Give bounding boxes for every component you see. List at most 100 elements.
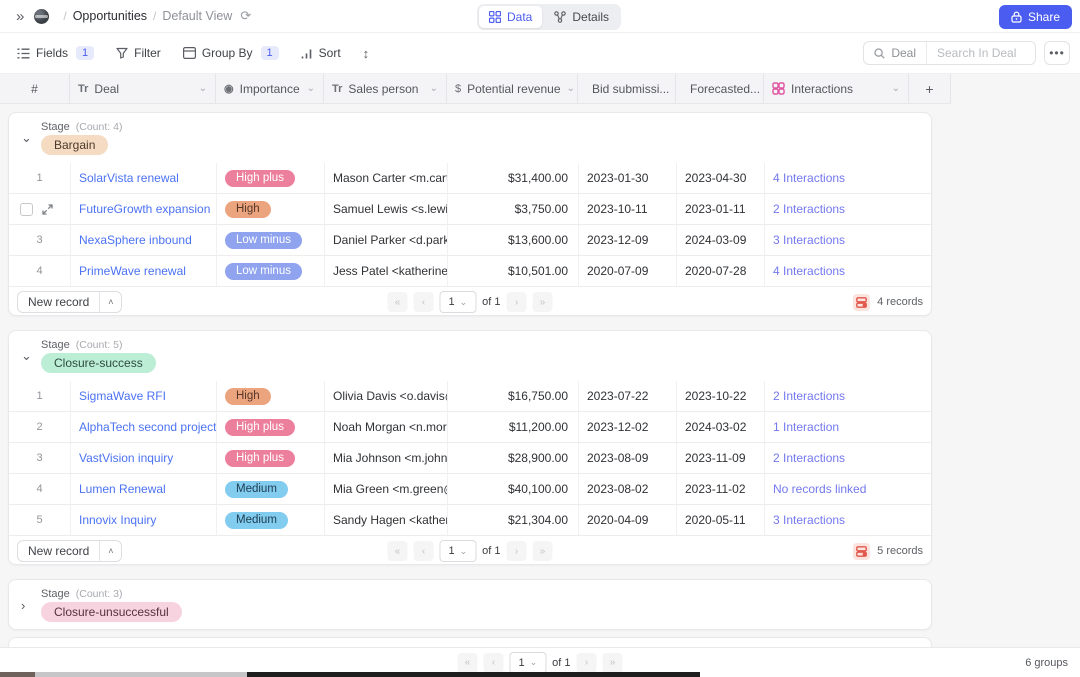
sales-person-cell[interactable]: Samuel Lewis <s.lewis… <box>325 194 448 224</box>
forecast-date-cell[interactable]: 2024-03-02 <box>677 412 765 442</box>
sales-person-cell[interactable]: Jess Patel <katherine… <box>325 256 448 286</box>
importance-cell[interactable]: Low minus <box>217 256 325 286</box>
sort-button[interactable]: Sort <box>294 41 348 65</box>
col-row-number[interactable]: # <box>0 74 70 103</box>
interactions-cell[interactable]: 2 Interactions <box>765 381 931 411</box>
bid-date-cell[interactable]: 2023-08-02 <box>579 474 677 504</box>
row-number-cell[interactable]: 2 <box>9 412 71 442</box>
filter-button[interactable]: Filter <box>109 41 168 65</box>
interactions-cell[interactable]: 2 Interactions <box>765 194 931 224</box>
interactions-cell[interactable]: 4 Interactions <box>765 256 931 286</box>
chevron-down-icon[interactable]: ⌄ <box>567 83 575 94</box>
page-select[interactable]: 1 ⌄ <box>439 540 476 562</box>
chevron-down-icon[interactable]: ⌄ <box>307 83 315 94</box>
fields-button[interactable]: Fields 1 <box>10 41 101 65</box>
col-importance[interactable]: ◉ Importance ⌄ <box>216 74 324 103</box>
page-select[interactable]: 1 ⌄ <box>439 291 476 313</box>
group-value-badge[interactable]: Bargain <box>41 135 108 155</box>
tab-data[interactable]: Data <box>479 6 542 28</box>
importance-cell[interactable]: Medium <box>217 505 325 535</box>
deal-cell[interactable]: SolarVista renewal <box>71 163 217 193</box>
first-page-button[interactable]: « <box>387 292 407 312</box>
scrollbar-segment[interactable] <box>0 672 35 677</box>
importance-cell[interactable]: Medium <box>217 474 325 504</box>
interactions-cell[interactable]: No records linked <box>765 474 931 504</box>
importance-cell[interactable]: High <box>217 381 325 411</box>
prev-page-button[interactable]: ‹ <box>413 541 433 561</box>
interactions-cell[interactable]: 4 Interactions <box>765 163 931 193</box>
col-potential-revenue[interactable]: $ Potential revenue ⌄ <box>447 74 578 103</box>
interactions-cell[interactable]: 3 Interactions <box>765 225 931 255</box>
expand-group-icon[interactable]: › <box>21 598 41 613</box>
revenue-cell[interactable]: $21,304.00 <box>448 505 579 535</box>
sales-person-cell[interactable]: Daniel Parker <d.parke… <box>325 225 448 255</box>
deal-cell[interactable]: PrimeWave renewal <box>71 256 217 286</box>
deal-cell[interactable]: Innovix Inquiry <box>71 505 217 535</box>
group-value-badge[interactable]: Closure-unsuccessful <box>41 602 182 622</box>
chevron-down-icon[interactable]: ⌄ <box>430 83 438 94</box>
revenue-cell[interactable]: $10,501.00 <box>448 256 579 286</box>
interactions-cell[interactable]: 1 Interaction <box>765 412 931 442</box>
bid-date-cell[interactable]: 2023-08-09 <box>579 443 677 473</box>
revenue-cell[interactable]: $31,400.00 <box>448 163 579 193</box>
forecast-date-cell[interactable]: 2023-11-02 <box>677 474 765 504</box>
sales-person-cell[interactable]: Mia Green <m.green@… <box>325 474 448 504</box>
deal-cell[interactable]: AlphaTech second project <box>71 412 217 442</box>
row-number-cell[interactable]: 4 <box>9 256 71 286</box>
sales-person-cell[interactable]: Mia Johnson <m.johns… <box>325 443 448 473</box>
sales-person-cell[interactable]: Sandy Hagen <katheri… <box>325 505 448 535</box>
sales-person-cell[interactable]: Noah Morgan <n.morg… <box>325 412 448 442</box>
row-number-cell[interactable]: 3 <box>9 225 71 255</box>
interactions-cell[interactable]: 3 Interactions <box>765 505 931 535</box>
collapse-group-icon[interactable]: ⌄ <box>21 130 41 146</box>
revenue-cell[interactable]: $13,600.00 <box>448 225 579 255</box>
forecast-date-cell[interactable]: 2023-04-30 <box>677 163 765 193</box>
tab-details[interactable]: Details <box>544 6 619 28</box>
chevron-up-icon[interactable]: ˄ <box>99 292 121 312</box>
base-icon[interactable] <box>34 9 49 24</box>
row-checkbox[interactable] <box>20 203 33 216</box>
row-number-cell[interactable]: 3 <box>9 443 71 473</box>
prev-page-button[interactable]: ‹ <box>413 292 433 312</box>
new-record-button[interactable]: New record ˄ <box>17 540 122 562</box>
forecast-date-cell[interactable]: 2023-01-11 <box>677 194 765 224</box>
revenue-cell[interactable]: $11,200.00 <box>448 412 579 442</box>
group-by-button[interactable]: Group By 1 <box>176 41 286 65</box>
revenue-cell[interactable]: $28,900.00 <box>448 443 579 473</box>
deal-cell[interactable]: SigmaWave RFI <box>71 381 217 411</box>
next-page-button[interactable]: › <box>507 292 527 312</box>
toolbar-more-button[interactable]: ••• <box>1044 41 1070 65</box>
row-number-cell[interactable]: 1 <box>9 163 71 193</box>
forecast-date-cell[interactable]: 2023-10-22 <box>677 381 765 411</box>
bid-date-cell[interactable]: 2023-10-11 <box>579 194 677 224</box>
deal-cell[interactable]: NexaSphere inbound <box>71 225 217 255</box>
forecast-date-cell[interactable]: 2023-11-09 <box>677 443 765 473</box>
bid-date-cell[interactable]: 2023-01-30 <box>579 163 677 193</box>
importance-cell[interactable]: High <box>217 194 325 224</box>
breadcrumb-view[interactable]: Default View <box>162 9 232 23</box>
sidebar-expand-icon[interactable]: » <box>16 8 24 25</box>
page-select[interactable]: 1 ⌄ <box>509 652 546 674</box>
row-number-cell[interactable]: 5 <box>9 505 71 535</box>
chevron-down-icon[interactable]: ⌄ <box>892 83 900 94</box>
sales-person-cell[interactable]: Mason Carter <m.cart… <box>325 163 448 193</box>
bid-date-cell[interactable]: 2023-12-02 <box>579 412 677 442</box>
row-number-cell[interactable]: 1 <box>9 381 71 411</box>
add-field-button[interactable]: + <box>909 74 951 103</box>
chevron-up-icon[interactable]: ˄ <box>99 541 121 561</box>
col-forecasted[interactable]: Forecasted... ⌄ <box>676 74 764 103</box>
search-input[interactable] <box>927 42 1035 64</box>
search-field-selector[interactable]: Deal <box>864 42 927 64</box>
new-record-button[interactable]: New record ˄ <box>17 291 122 313</box>
col-bid-submission[interactable]: Bid submissi... ⌄ <box>578 74 676 103</box>
next-page-button[interactable]: › <box>577 653 597 673</box>
revenue-cell[interactable]: $40,100.00 <box>448 474 579 504</box>
first-page-button[interactable]: « <box>387 541 407 561</box>
deal-cell[interactable]: Lumen Renewal <box>71 474 217 504</box>
bid-date-cell[interactable]: 2023-12-09 <box>579 225 677 255</box>
bid-date-cell[interactable]: 2020-07-09 <box>579 256 677 286</box>
group-value-badge[interactable]: Closure-success <box>41 353 156 373</box>
forecast-date-cell[interactable]: 2020-07-28 <box>677 256 765 286</box>
prev-page-button[interactable]: ‹ <box>483 653 503 673</box>
last-page-button[interactable]: » <box>533 292 553 312</box>
